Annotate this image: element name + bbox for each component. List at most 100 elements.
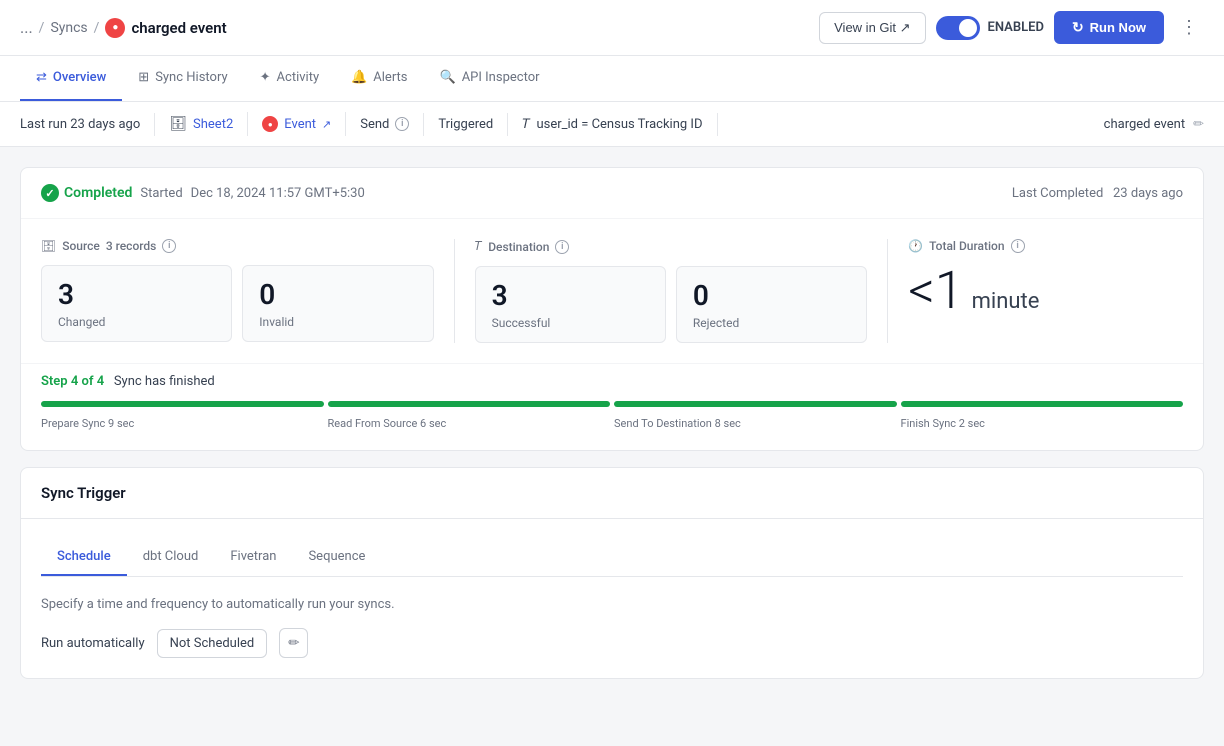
tab-api-inspector[interactable]: 🔍 API Inspector — [424, 56, 556, 101]
sync-status-icon: ● — [105, 18, 125, 38]
completed-label: Completed — [64, 185, 132, 201]
step-label-1: Prepare Sync 9 sec — [41, 417, 324, 430]
dest-dest-icon: 𝑇 — [475, 239, 483, 254]
duration-unit: minute — [972, 289, 1040, 314]
syncs-breadcrumb[interactable]: Syncs — [50, 20, 87, 36]
topbar: ... / Syncs / ● charged event View in Gi… — [0, 0, 1224, 56]
bar-1 — [41, 401, 324, 407]
mapping-label: 𝑇 — [522, 117, 530, 132]
step-label-4: Finish Sync 2 sec — [901, 417, 1184, 430]
progress-bar-4 — [901, 401, 1184, 407]
operation-label: Send — [360, 117, 389, 132]
trigger-info: Triggered — [424, 113, 508, 136]
destination-info: ● Event ↗ — [248, 112, 346, 136]
sync-name-info: charged event ✏ — [1104, 117, 1204, 132]
sub-tab-schedule[interactable]: Schedule — [41, 539, 127, 576]
sync-history-icon: ⊞ — [138, 70, 149, 85]
breadcrumb: ... / Syncs / ● charged event — [20, 18, 227, 38]
invalid-stat: 0 Invalid — [242, 265, 433, 342]
view-in-git-label: View in Git ↗ — [834, 20, 910, 36]
edit-icon[interactable]: ✏ — [1193, 117, 1204, 132]
duration-label: Total Duration — [929, 239, 1004, 253]
tab-api-inspector-label: API Inspector — [462, 70, 540, 85]
duration-value: <1 — [908, 265, 963, 317]
destination-info-icon[interactable]: i — [555, 240, 569, 254]
operation-info-icon[interactable]: i — [395, 117, 409, 131]
rejected-value: 0 — [693, 279, 850, 312]
last-run-info: Last run 23 days ago — [20, 113, 155, 136]
bar-2 — [328, 401, 611, 407]
mapping-info: 𝑇 user_id = Census Tracking ID — [508, 113, 717, 136]
source-title: 🗄 Source 3 records i — [41, 239, 434, 253]
successful-value: 3 — [492, 279, 649, 312]
step-message: Sync has finished — [114, 374, 215, 389]
destination-link[interactable]: Event — [284, 117, 316, 132]
not-scheduled-badge: Not Scheduled — [157, 629, 268, 658]
successful-label: Successful — [492, 316, 649, 330]
started-date: Dec 18, 2024 11:57 GMT+5:30 — [191, 186, 365, 201]
tab-sync-history[interactable]: ⊞ Sync History — [122, 56, 243, 101]
destination-numbers: 3 Successful 0 Rejected — [475, 266, 868, 343]
activity-icon: ✦ — [260, 70, 271, 85]
stats-row: 🗄 Source 3 records i 3 Changed 0 Invalid — [41, 239, 1183, 343]
changed-stat: 3 Changed — [41, 265, 232, 342]
toggle-knob — [959, 19, 977, 37]
run-icon: ↻ — [1072, 19, 1084, 36]
run-now-button[interactable]: ↻ Run Now — [1054, 11, 1164, 44]
run-auto-label: Run automatically — [41, 636, 145, 651]
tab-overview[interactable]: ⇄ Overview — [20, 56, 122, 101]
source-label: Source — [62, 239, 100, 253]
tab-activity[interactable]: ✦ Activity — [244, 56, 335, 101]
progress-bar-3 — [614, 401, 897, 407]
successful-stat: 3 Successful — [475, 266, 666, 343]
tab-sync-history-label: Sync History — [155, 70, 227, 85]
edit-schedule-icon: ✏ — [288, 635, 299, 651]
completed-card: ✓ Completed Started Dec 18, 2024 11:57 G… — [20, 167, 1204, 451]
mapping-value: user_id = Census Tracking ID — [536, 117, 702, 132]
rejected-stat: 0 Rejected — [676, 266, 867, 343]
search-icon: 🔍 — [440, 70, 456, 85]
overview-icon: ⇄ — [36, 70, 47, 85]
duration-info-icon[interactable]: i — [1011, 239, 1025, 253]
destination-stats: 𝑇 Destination i 3 Successful 0 Rejected — [454, 239, 888, 343]
bar-3 — [614, 401, 897, 407]
source-count: 3 records — [106, 239, 157, 253]
more-options-button[interactable]: ⋮ — [1174, 11, 1204, 44]
enabled-toggle[interactable] — [936, 16, 980, 40]
sub-tab-sequence[interactable]: Sequence — [292, 539, 381, 576]
view-in-git-button[interactable]: View in Git ↗ — [819, 12, 925, 44]
progress-bar-2 — [328, 401, 611, 407]
sub-tab-dbt-cloud[interactable]: dbt Cloud — [127, 539, 215, 576]
step-label-2: Read From Source 6 sec — [328, 417, 611, 430]
bar-4 — [901, 401, 1184, 407]
progress-bars — [41, 401, 1183, 407]
sub-tab-fivetran[interactable]: Fivetran — [214, 539, 292, 576]
step-indicator: Step 4 of 4 — [41, 374, 104, 389]
run-now-label: Run Now — [1090, 20, 1146, 35]
edit-schedule-button[interactable]: ✏ — [279, 628, 308, 658]
source-stats: 🗄 Source 3 records i 3 Changed 0 Invalid — [41, 239, 454, 343]
source-link[interactable]: Sheet2 — [193, 117, 233, 132]
trigger-title: Sync Trigger — [41, 484, 126, 502]
page-title: charged event — [131, 19, 226, 37]
topbar-actions: View in Git ↗ ENABLED ↻ Run Now ⋮ — [819, 11, 1204, 44]
not-scheduled-label: Not Scheduled — [170, 636, 255, 651]
last-run-label: Last run 23 days ago — [20, 117, 140, 132]
home-breadcrumb[interactable]: ... — [20, 18, 33, 37]
source-info-icon[interactable]: i — [162, 239, 176, 253]
tab-activity-label: Activity — [277, 70, 320, 85]
tab-alerts[interactable]: 🔔 Alerts — [335, 56, 423, 101]
changed-value: 3 — [58, 278, 215, 311]
trigger-header: Sync Trigger — [21, 468, 1203, 519]
changed-label: Changed — [58, 315, 215, 329]
trigger-body: Schedule dbt Cloud Fivetran Sequence Spe… — [21, 519, 1203, 678]
step-label-3: Send To Destination 8 sec — [614, 417, 897, 430]
source-info: 🗄 Sheet2 — [155, 112, 248, 136]
run-auto-row: Run automatically Not Scheduled ✏ — [41, 628, 1183, 658]
steps-section: Step 4 of 4 Sync has finished — [21, 363, 1203, 450]
main-content: ✓ Completed Started Dec 18, 2024 11:57 G… — [0, 147, 1224, 699]
duration-stats: 🕐 Total Duration i <1 minute — [887, 239, 1183, 343]
tab-overview-label: Overview — [53, 70, 106, 85]
stats-section: 🗄 Source 3 records i 3 Changed 0 Invalid — [21, 219, 1203, 363]
external-link-icon: ↗ — [322, 118, 331, 131]
